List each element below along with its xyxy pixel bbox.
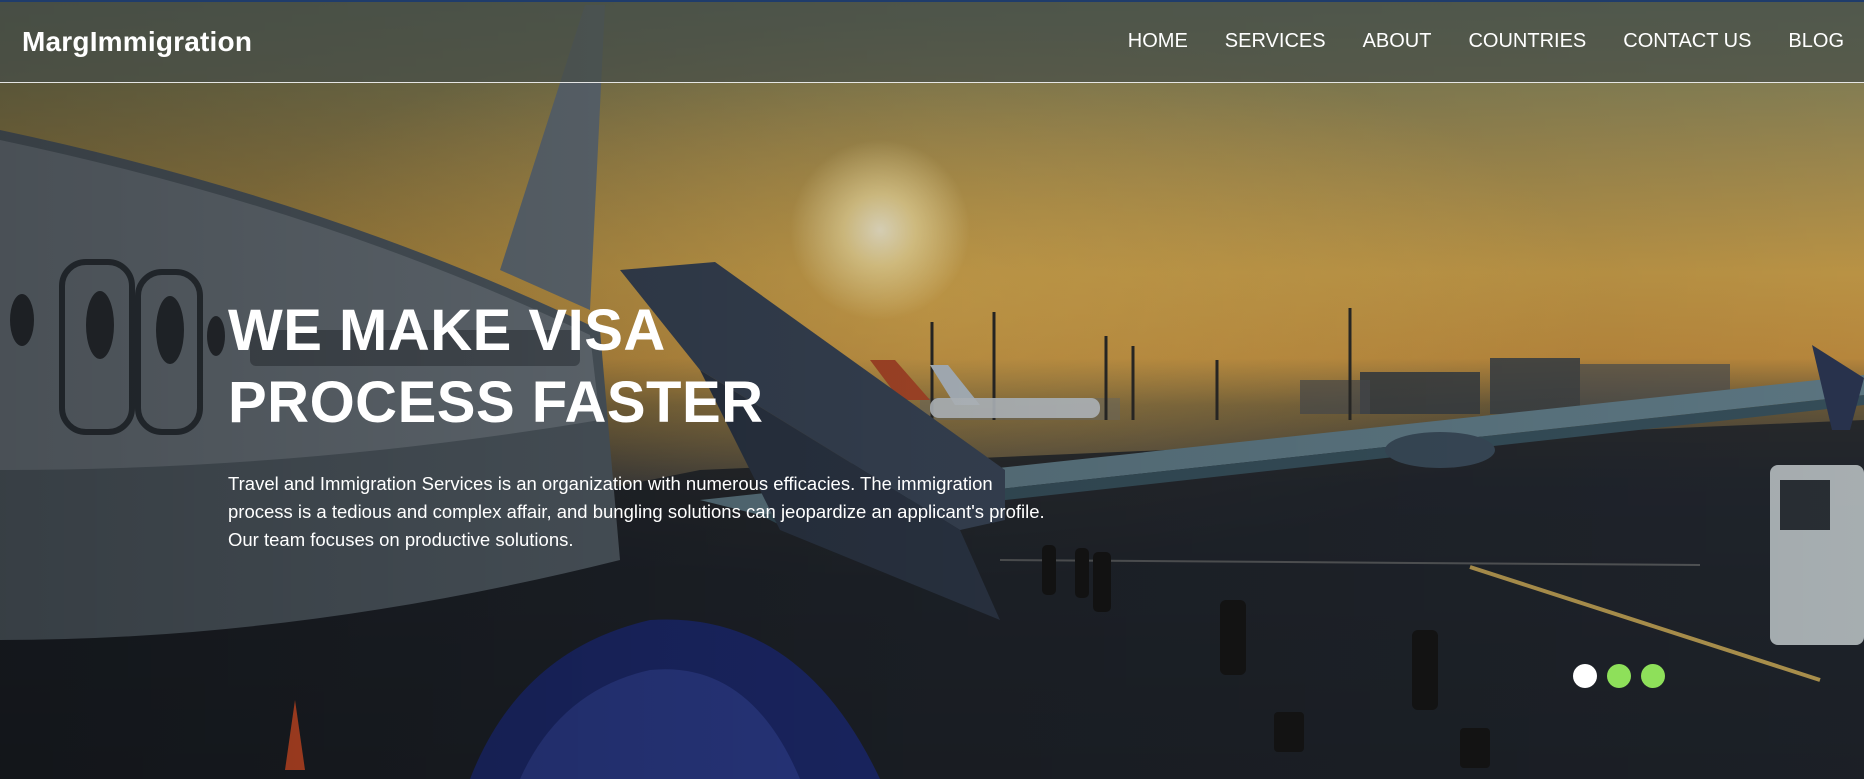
nav-item-contact-us[interactable]: CONTACT US (1623, 30, 1751, 53)
nav-item-services[interactable]: SERVICES (1225, 30, 1326, 53)
brand-logo[interactable]: MargImmigration (22, 26, 252, 58)
hero-title-line2: PROCESS FASTER (228, 370, 764, 435)
hero-description: Travel and Immigration Services is an or… (228, 473, 1045, 550)
slider-dot-3[interactable] (1641, 664, 1665, 688)
nav-menu: HOME SERVICES ABOUT COUNTRIES CONTACT US… (1091, 30, 1844, 53)
hero-title-line1: WE MAKE VISA (228, 298, 666, 363)
slider-dots (1573, 664, 1665, 688)
slider-dot-2[interactable] (1607, 664, 1631, 688)
navbar: MargImmigration HOME SERVICES ABOUT COUN… (0, 0, 1864, 83)
nav-item-home[interactable]: HOME (1128, 30, 1188, 53)
hero-title: WE MAKE VISA PROCESS FASTER (228, 295, 868, 439)
nav-item-blog[interactable]: BLOG (1788, 30, 1844, 53)
hero-section: MargImmigration HOME SERVICES ABOUT COUN… (0, 0, 1864, 779)
nav-item-countries[interactable]: COUNTRIES (1468, 30, 1586, 53)
slider-dot-1[interactable] (1573, 664, 1597, 688)
nav-item-about[interactable]: ABOUT (1363, 30, 1432, 53)
